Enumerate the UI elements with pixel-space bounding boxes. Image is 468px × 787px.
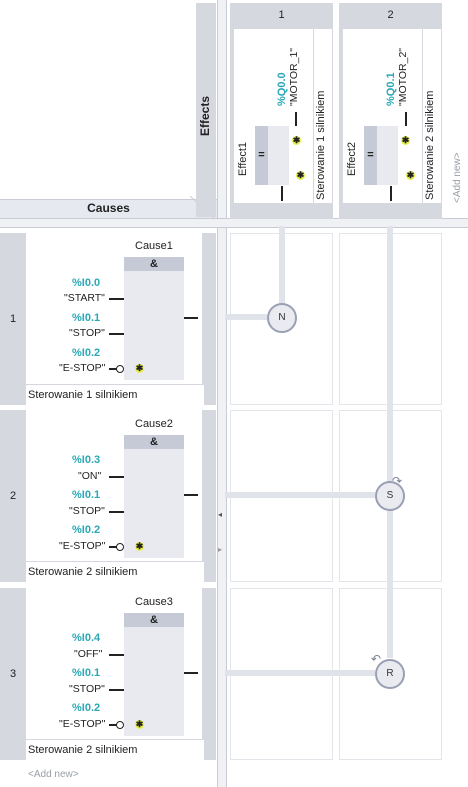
horizontal-splitter[interactable]: [0, 218, 468, 228]
input-symbol[interactable]: "STOP": [69, 505, 105, 517]
negation-circle-icon: [116, 365, 124, 373]
cause-row-number[interactable]: 1: [0, 233, 26, 405]
add-new-cause[interactable]: <Add new>: [28, 769, 79, 780]
causes-header: [0, 0, 217, 218]
causes-header-label: Causes: [87, 201, 130, 215]
effect-1-line: [279, 226, 285, 304]
effect-name: Effect2: [346, 141, 358, 176]
asterisk-icon: ✱: [292, 135, 301, 145]
input-address[interactable]: %I0.1: [72, 667, 100, 679]
effect-gate-type: =: [364, 126, 377, 185]
cause-3-line: [225, 670, 375, 676]
input-pin: [109, 476, 124, 478]
cause-output-pin: [184, 494, 198, 496]
cause-name: Cause2: [135, 418, 173, 430]
set-arrow-icon: ↷: [392, 474, 403, 488]
input-address[interactable]: %I0.4: [72, 632, 100, 644]
effect-input-pin: [390, 186, 392, 201]
asterisk-icon: ✱: [406, 170, 415, 180]
input-pin: [109, 511, 124, 513]
input-pin: [109, 333, 124, 335]
asterisk-icon: ✱: [135, 541, 144, 551]
input-address[interactable]: %I0.2: [72, 702, 100, 714]
input-symbol[interactable]: "START": [64, 292, 105, 304]
input-symbol[interactable]: "STOP": [69, 327, 105, 339]
effect-input-pin: [281, 186, 283, 201]
effect-left-strip-1: [230, 29, 234, 203]
asterisk-icon: ✱: [135, 363, 144, 373]
asterisk-icon: ✱: [296, 170, 305, 180]
cause-comment[interactable]: Sterowanie 1 silnikiem: [26, 384, 204, 405]
effect-2-line: [387, 510, 393, 658]
cause-gate: [124, 257, 184, 380]
effect-symbol[interactable]: "MOTOR_2": [397, 48, 409, 106]
effect-name: Effect1: [237, 141, 249, 176]
cause-comment[interactable]: Sterowanie 2 silnikiem: [26, 561, 204, 582]
cause-gate: [124, 435, 184, 558]
cause-output-pin: [184, 317, 198, 319]
effect-address[interactable]: %Q0.1: [385, 72, 397, 106]
intersection-n[interactable]: N: [267, 303, 297, 333]
cause-right-strip: [202, 588, 216, 760]
input-pin: [109, 654, 124, 656]
input-address[interactable]: %I0.2: [72, 524, 100, 536]
asterisk-icon: ✱: [135, 719, 144, 729]
add-new-effect[interactable]: <Add new>: [452, 152, 463, 203]
cause-gate-type: &: [124, 435, 184, 449]
cause-name: Cause3: [135, 596, 173, 608]
input-symbol[interactable]: "E-STOP": [59, 540, 105, 552]
effect-address[interactable]: %Q0.0: [276, 72, 288, 106]
cause-output-pin: [184, 672, 198, 674]
splitter-arrow-left[interactable]: ◂: [218, 510, 222, 519]
effect-column-number: 1: [278, 9, 285, 21]
effect-gate-type: =: [255, 126, 268, 185]
effect-divider: [313, 29, 314, 203]
negation-circle-icon: [116, 543, 124, 551]
effect-left-strip-2: [339, 29, 343, 203]
input-pin: [109, 689, 124, 691]
effect-2-line: [387, 226, 393, 482]
input-address[interactable]: %I0.3: [72, 454, 100, 466]
cause-1-line: [225, 314, 267, 320]
effect-output-pin: [405, 112, 407, 126]
input-symbol[interactable]: "E-STOP": [59, 718, 105, 730]
effects-header-label: Effects: [198, 95, 212, 136]
effect-column-footer-1: [230, 203, 333, 218]
input-address[interactable]: %I0.0: [72, 277, 100, 289]
cause-row-number[interactable]: 2: [0, 410, 26, 582]
effect-output-pin: [295, 112, 297, 126]
splitter-arrow-right[interactable]: ▸: [218, 545, 222, 554]
effect-comment[interactable]: Sterowanie 1 silnikiem: [315, 91, 327, 200]
cause-gate: [124, 613, 184, 736]
input-address[interactable]: %I0.2: [72, 347, 100, 359]
input-pin: [109, 298, 124, 300]
input-symbol[interactable]: "OFF": [74, 648, 102, 660]
cause-gate-type: &: [124, 613, 184, 627]
cause-gate-type: &: [124, 257, 184, 271]
cause-comment[interactable]: Sterowanie 2 silnikiem: [26, 739, 204, 760]
negation-circle-icon: [116, 721, 124, 729]
cause-name: Cause1: [135, 240, 173, 252]
reset-arrow-icon: ↶: [371, 652, 382, 666]
input-symbol[interactable]: "STOP": [69, 683, 105, 695]
cause-right-strip: [202, 233, 216, 405]
vertical-splitter[interactable]: [217, 0, 227, 787]
cause-right-strip: [202, 410, 216, 582]
input-symbol[interactable]: "ON": [78, 470, 101, 482]
asterisk-icon: ✱: [401, 135, 410, 145]
effect-comment[interactable]: Sterowanie 2 silnikiem: [424, 91, 436, 200]
effect-symbol[interactable]: "MOTOR_1": [288, 48, 300, 106]
input-symbol[interactable]: "E-STOP": [59, 362, 105, 374]
input-address[interactable]: %I0.1: [72, 312, 100, 324]
input-address[interactable]: %I0.1: [72, 489, 100, 501]
effect-column-footer-2: [339, 203, 442, 218]
cause-row-number[interactable]: 3: [0, 588, 26, 760]
effect-column-number: 2: [387, 9, 394, 21]
effect-divider: [422, 29, 423, 203]
cause-2-line: [225, 492, 375, 498]
